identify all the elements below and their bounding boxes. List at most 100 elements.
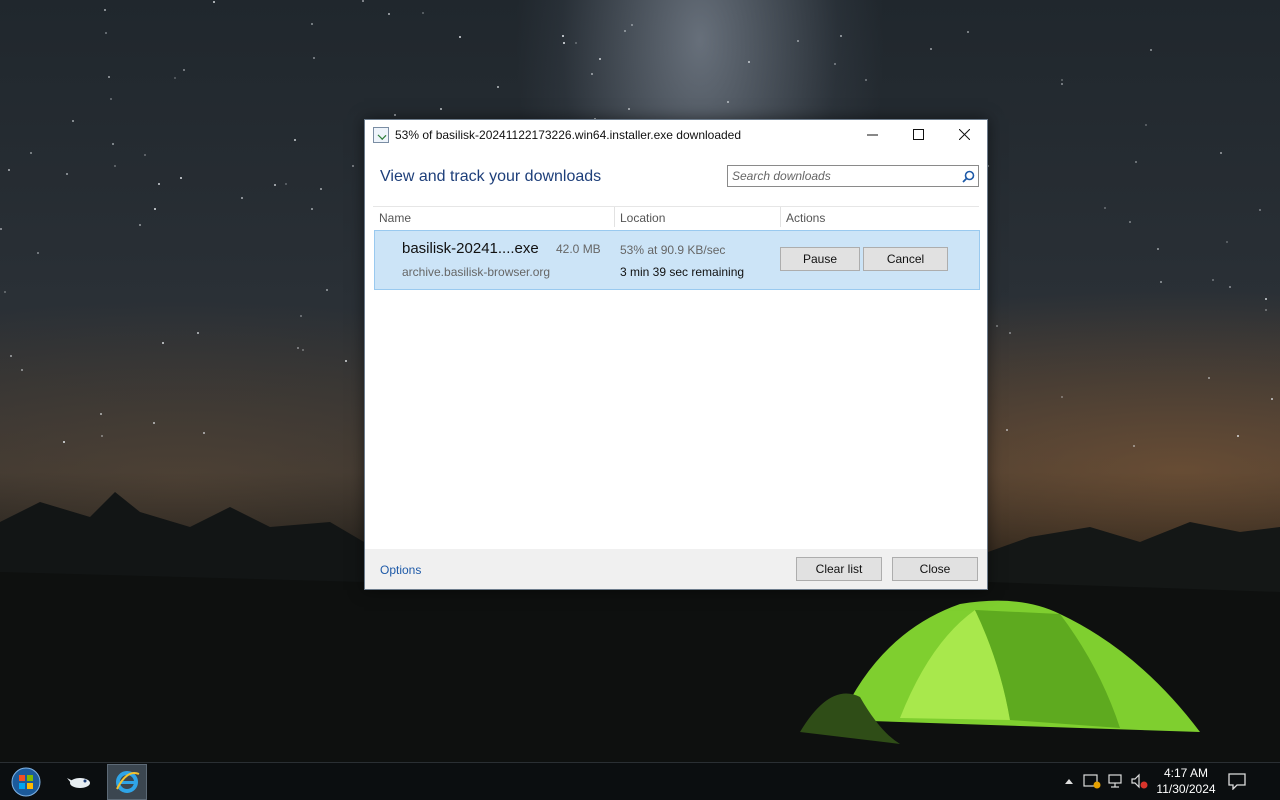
file-size: 42.0 MB xyxy=(556,242,601,256)
star xyxy=(628,108,630,110)
star xyxy=(213,1,215,3)
taskbar-internet-explorer[interactable] xyxy=(107,764,147,800)
star xyxy=(1135,161,1137,163)
star xyxy=(1160,281,1162,283)
star xyxy=(562,35,564,37)
star xyxy=(197,332,199,334)
pause-button[interactable]: Pause xyxy=(780,247,860,271)
download-row[interactable]: basilisk-20241....exe 42.0 MB archive.ba… xyxy=(374,230,980,290)
star xyxy=(30,152,32,154)
star xyxy=(162,342,164,344)
star xyxy=(459,36,461,38)
star xyxy=(154,208,156,210)
star xyxy=(1265,298,1267,300)
star xyxy=(1265,309,1267,311)
clock-date: 11/30/2024 xyxy=(1156,782,1216,796)
internet-explorer-icon xyxy=(116,771,140,793)
volume-muted-icon xyxy=(1131,773,1148,789)
star xyxy=(967,31,969,33)
star xyxy=(183,69,185,71)
star xyxy=(727,101,729,103)
clear-list-button[interactable]: Clear list xyxy=(796,557,882,581)
star xyxy=(302,349,304,351)
star xyxy=(394,114,396,116)
start-button[interactable] xyxy=(8,765,44,799)
star xyxy=(1006,429,1008,431)
star xyxy=(797,40,799,42)
star xyxy=(575,42,577,44)
downloads-window-icon xyxy=(373,126,389,143)
star xyxy=(108,76,110,78)
close-button[interactable]: Close xyxy=(892,557,978,581)
search-icon[interactable] xyxy=(958,166,978,186)
star xyxy=(241,197,243,199)
star xyxy=(4,291,6,293)
star xyxy=(174,77,176,79)
star xyxy=(1157,248,1159,250)
downloads-window: 53% of basilisk-20241122173226.win64.ins… xyxy=(364,119,988,590)
options-link[interactable]: Options xyxy=(380,563,421,577)
star xyxy=(1145,124,1147,126)
star xyxy=(748,61,750,63)
star xyxy=(112,143,114,145)
star xyxy=(1259,209,1261,211)
column-headers: Name Location Actions xyxy=(373,206,979,228)
column-location[interactable]: Location xyxy=(620,211,665,225)
search-input[interactable] xyxy=(728,167,958,185)
maximize-button[interactable] xyxy=(895,120,941,149)
taskbar-clock[interactable]: 4:17 AM 11/30/2024 xyxy=(1150,765,1222,797)
show-hidden-icons-button[interactable] xyxy=(1060,772,1078,790)
column-actions[interactable]: Actions xyxy=(786,211,825,225)
star xyxy=(388,13,390,15)
star xyxy=(1271,398,1273,400)
star xyxy=(153,422,155,424)
title-bar[interactable]: 53% of basilisk-20241122173226.win64.ins… xyxy=(365,120,987,149)
star xyxy=(326,289,328,291)
star xyxy=(1061,83,1063,85)
star xyxy=(352,165,354,167)
network-icon xyxy=(1108,774,1122,788)
star xyxy=(1208,377,1210,379)
tray-network[interactable] xyxy=(1107,772,1125,790)
star xyxy=(1212,279,1214,281)
tray-action-center[interactable] xyxy=(1083,772,1101,790)
star xyxy=(297,347,299,349)
star xyxy=(203,432,205,434)
star xyxy=(311,208,313,210)
star xyxy=(440,108,442,110)
taskbar: 4:17 AM 11/30/2024 xyxy=(0,762,1280,800)
star xyxy=(294,139,296,141)
star xyxy=(37,252,39,254)
star xyxy=(1150,49,1152,51)
star xyxy=(362,0,364,2)
star xyxy=(1220,152,1222,154)
column-name[interactable]: Name xyxy=(379,211,411,225)
notifications-button[interactable] xyxy=(1227,772,1247,791)
app-bird-icon xyxy=(67,778,90,788)
star xyxy=(1061,396,1063,398)
file-source: archive.basilisk-browser.org xyxy=(402,265,551,279)
window-title: 53% of basilisk-20241122173226.win64.ins… xyxy=(395,127,742,142)
star xyxy=(66,173,68,175)
page-title: View and track your downloads xyxy=(380,168,602,185)
minimize-icon xyxy=(866,134,878,136)
cancel-button[interactable]: Cancel xyxy=(863,247,948,271)
close-window-button[interactable] xyxy=(941,120,987,149)
star xyxy=(311,23,313,25)
star xyxy=(1009,332,1011,334)
minimize-button[interactable] xyxy=(849,120,895,149)
star xyxy=(345,360,347,362)
star xyxy=(497,86,499,88)
star xyxy=(21,369,23,371)
taskbar-app-bird[interactable] xyxy=(60,764,100,800)
star xyxy=(158,183,160,185)
star xyxy=(285,183,287,185)
chevron-up-icon xyxy=(1065,779,1073,784)
tray-volume[interactable] xyxy=(1130,772,1148,790)
file-name: basilisk-20241....exe xyxy=(402,240,539,257)
star xyxy=(320,188,322,190)
star xyxy=(10,355,12,357)
star xyxy=(139,224,141,226)
star xyxy=(624,30,626,32)
star xyxy=(599,58,601,60)
